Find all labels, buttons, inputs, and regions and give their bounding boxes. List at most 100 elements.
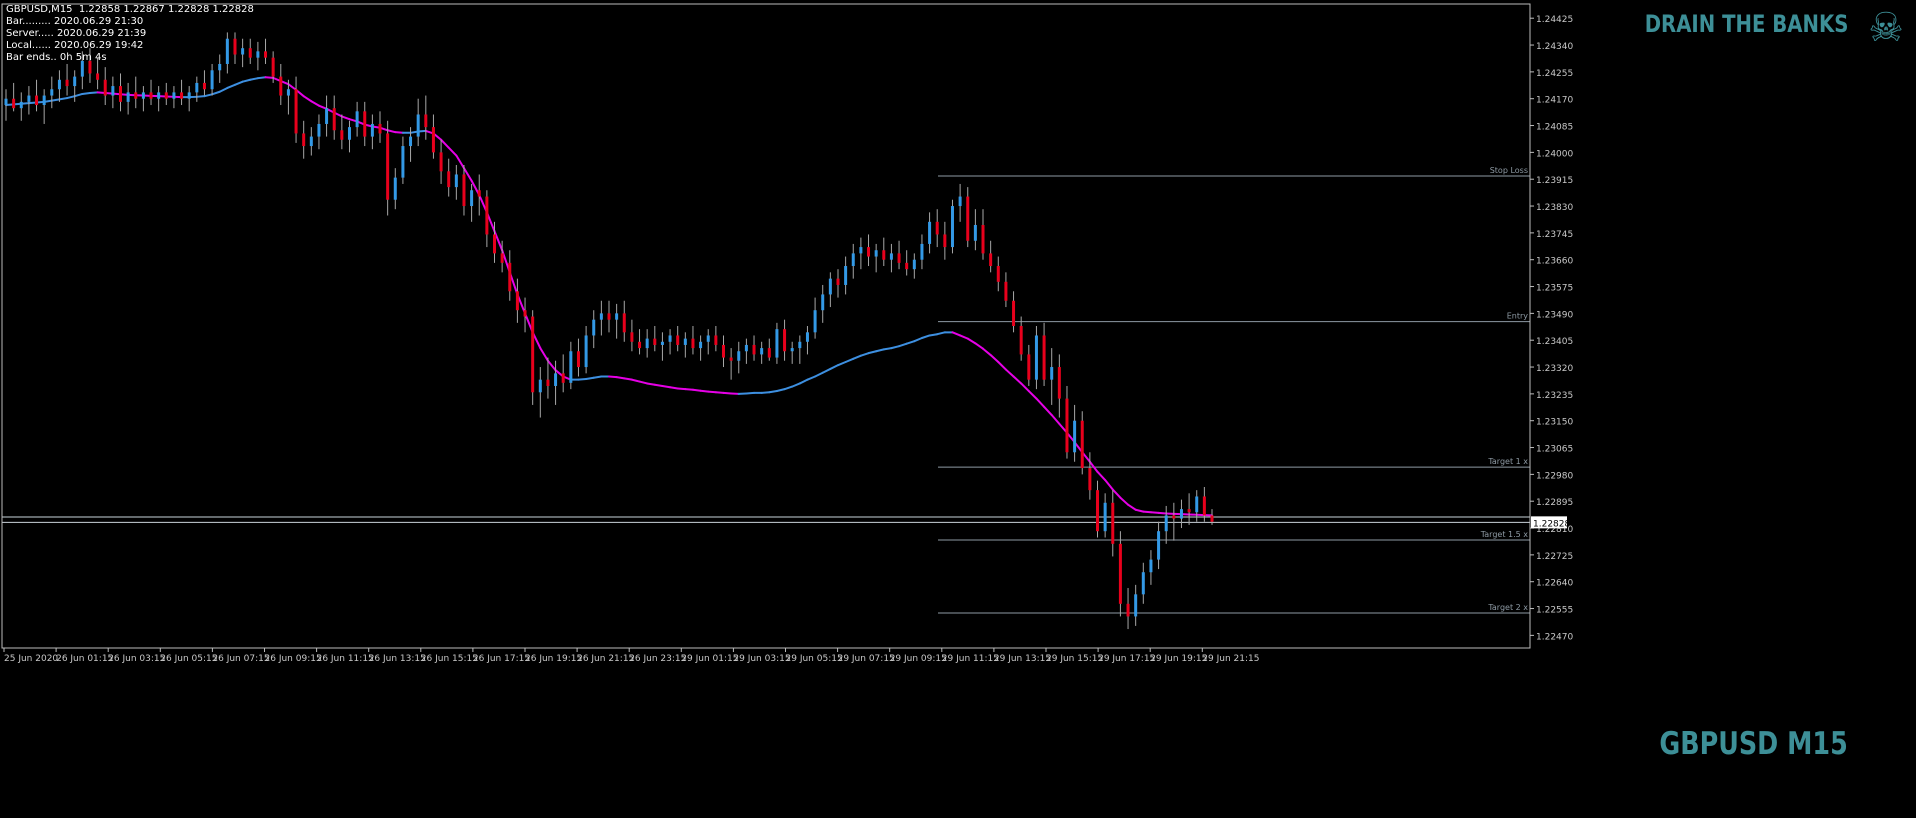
y-tick-label: 1.24000 [1536,149,1573,159]
candle-body [1119,544,1122,604]
candle [775,323,778,364]
candle-body [478,190,481,196]
ma-segment [1098,472,1106,480]
candle-body [1050,367,1053,380]
ma-segment [1105,480,1113,489]
candle-body [646,339,649,348]
ma-segment [1052,415,1060,424]
candle [447,159,450,197]
ma-segment [632,380,640,382]
plot-frame [2,4,1530,648]
candle [684,332,687,357]
ma-segment [1044,407,1052,415]
y-tick-label: 1.23150 [1536,418,1573,428]
candle [165,83,168,105]
ma-segment [311,101,319,105]
candle-body [5,99,8,105]
candle [1027,345,1030,386]
candle-body [424,114,427,127]
candle-body [783,329,786,351]
x-tick-label: 29 Jun 07:15 [838,654,895,664]
candle-body [127,92,130,101]
candle [592,310,595,348]
candle [875,244,878,272]
candle-body [882,250,885,259]
candle [913,253,916,278]
y-tick-label: 1.22725 [1536,552,1573,562]
candle [1111,490,1114,556]
ma-segment [662,386,670,387]
candle-body [684,339,687,345]
y-tick-label: 1.22895 [1536,498,1573,508]
candle [478,174,481,215]
candle [394,168,397,209]
candle-body [943,234,946,247]
candle-body [745,345,748,351]
x-tick-label: 26 Jun 05:15 [160,654,217,664]
candle [959,184,962,222]
ma-segment [701,391,709,392]
candle-body [959,197,962,206]
candle [1165,506,1168,544]
candle-body [317,124,320,137]
candle-body [157,92,160,98]
candle [317,114,320,149]
candle-body [608,313,611,319]
ma-segment [975,343,983,348]
price-chart[interactable]: Stop LossEntryTarget 1 xTarget 1.5 xTarg… [0,0,1916,814]
candle-body [104,80,107,96]
candle [440,140,443,184]
candle-body [875,250,878,256]
x-tick-label: 26 Jun 01:15 [56,654,113,664]
candle [1004,272,1007,307]
candle [730,348,733,380]
ma-segment [998,362,1006,370]
ma-segment [609,377,617,378]
candle [134,77,137,109]
candle-body [615,313,618,319]
x-tick-label: 26 Jun 11:15 [317,654,374,664]
ma-segment [869,351,877,353]
candle [310,127,313,155]
ma-segment [983,349,991,355]
candle [66,64,69,96]
candle-body [821,294,824,310]
candle [348,121,351,153]
candle [333,96,336,140]
ma-segment [952,332,960,335]
candle [424,96,427,140]
y-tick-label: 1.23830 [1536,203,1573,213]
ma-segment [578,379,586,380]
candle-body [218,64,221,70]
y-tick-label: 1.22555 [1536,606,1573,616]
candle-body [898,253,901,262]
candle-body [653,339,656,345]
ma-segment [1128,505,1136,510]
candle-body [1096,490,1099,531]
x-tick-label: 29 Jun 21:15 [1202,654,1259,664]
candle [546,358,549,399]
candle-body [1157,531,1160,559]
trade-level-label: Target 1.5 x [1480,530,1529,539]
candle-body [600,313,603,319]
candle-body [669,335,672,341]
candle [295,77,298,143]
candle [363,102,366,146]
ma-segment [876,349,884,351]
candle [157,86,160,111]
candle [1065,386,1068,459]
ma-segment [212,92,220,95]
candle-body [195,83,198,92]
candle [608,301,611,333]
candle-body [562,373,565,382]
candle [302,121,305,159]
candle [569,342,572,389]
candle-body [966,197,969,241]
candle [920,234,923,269]
candle-body [340,130,343,139]
chart-area[interactable]: Stop LossEntryTarget 1 xTarget 1.5 xTarg… [0,0,1916,814]
candle-body [630,332,633,341]
ma-segment [617,377,625,378]
y-tick-label: 1.23490 [1536,310,1573,320]
x-tick-label: 26 Jun 13:15 [369,654,426,664]
